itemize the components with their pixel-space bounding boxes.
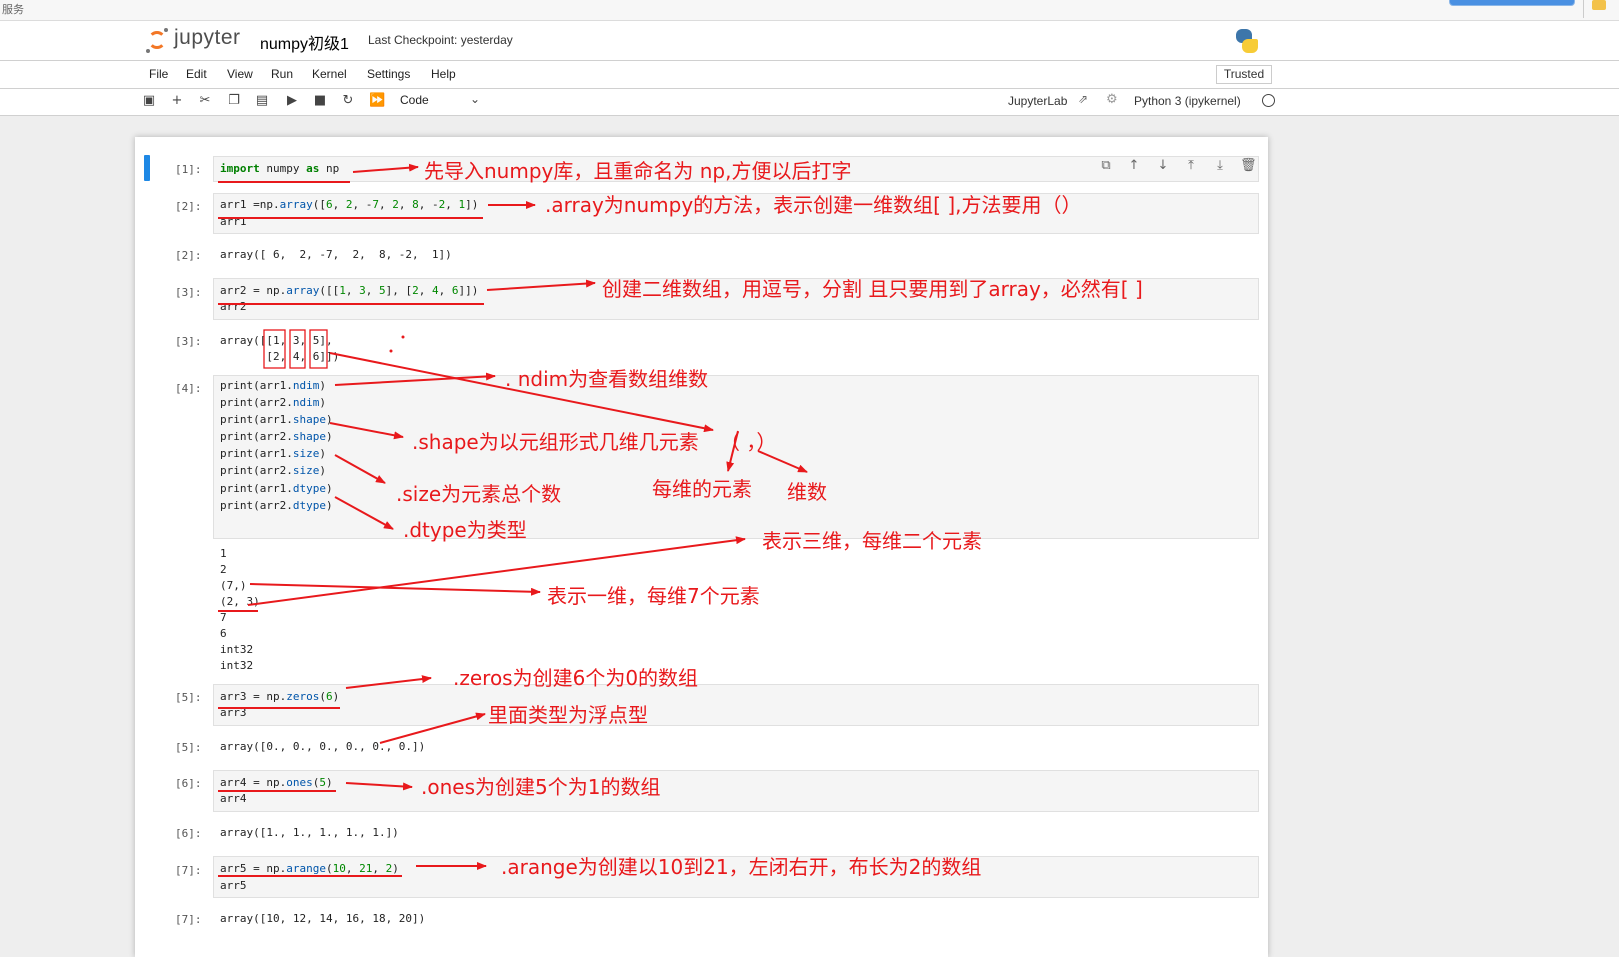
annotation-text: .size为元素总个数 [396, 482, 562, 506]
annotation-text: . ndim为查看数组维数 [505, 367, 709, 391]
arrow [345, 782, 413, 791]
highlight-box [309, 329, 328, 369]
annotation-text: .ones为创建5个为1的数组 [421, 775, 661, 799]
annotation-overlay [218, 163, 808, 877]
annotation-text: 表示一维，每维7个元素 [547, 584, 760, 608]
arrow [345, 675, 432, 689]
annotation-text: 里面类型为浮点型 [488, 703, 648, 727]
annotation-text: 创建二维数组，用逗号，分割 且只要用到了array，必然有[ ] [602, 277, 1143, 301]
annotation-text: .dtype为类型 [403, 518, 527, 542]
arrow [486, 279, 596, 291]
annotation-text: .array为numpy的方法，表示创建一维数组[ ],方法要用（） [545, 193, 1082, 217]
highlight-box [263, 329, 286, 369]
annotation-dots [389, 335, 405, 353]
highlight-box [289, 329, 306, 369]
arrow [334, 496, 394, 530]
annotation-text: 先导入numpy库，且重命名为 np,方便以后打字 [424, 159, 852, 183]
arrow [329, 422, 404, 440]
annotation-text: .shape为以元组形式几维几元素 [412, 430, 699, 454]
arrow [352, 163, 419, 173]
arrow [379, 712, 486, 744]
annotation-text: .arange为创建以10到21，左闭右开，布长为2的数组 [501, 855, 982, 879]
annotation-text: .zeros为创建6个为0的数组 [453, 666, 699, 690]
annotation-text: 每维的元素 [652, 477, 752, 501]
arrow [334, 454, 386, 484]
annotation-arrows [247, 163, 808, 870]
annotation-text: （ ，） [720, 430, 777, 454]
annotation-text: 表示三维，每维二个元素 [762, 529, 982, 553]
annotation-text: 维数 [787, 480, 827, 504]
